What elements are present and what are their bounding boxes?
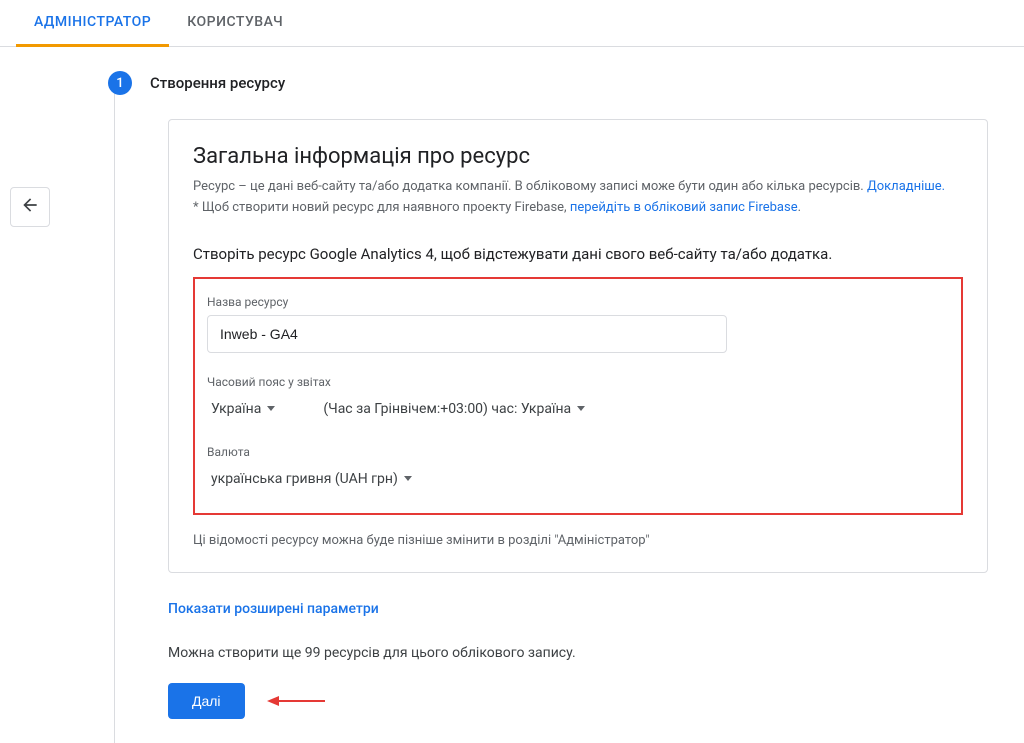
timezone-dropdown[interactable]: (Час за Грінвічем:+03:00) час: Україна <box>319 395 589 423</box>
property-card: Загальна інформація про ресурс Ресурс – … <box>168 119 988 573</box>
firebase-link[interactable]: перейдіть в обліковий запис Firebase <box>570 200 798 215</box>
card-description: Ресурс – це дані веб-сайту та/або додатк… <box>193 177 963 219</box>
property-name-input[interactable] <box>207 315 727 353</box>
tab-admin[interactable]: АДМІНІСТРАТОР <box>16 0 169 47</box>
annotation-arrow-icon <box>267 689 327 713</box>
tabs: АДМІНІСТРАТОР КОРИСТУВАЧ <box>0 0 1024 47</box>
step-header: 1 Створення ресурсу <box>108 71 1000 95</box>
property-name-label: Назва ресурсу <box>207 295 949 309</box>
currency-dropdown[interactable]: українська гривня (UAH грн) <box>207 465 949 493</box>
resource-limit-text: Можна створити ще 99 ресурсів для цього … <box>168 645 988 661</box>
chevron-down-icon <box>404 476 412 481</box>
learn-more-link[interactable]: Докладніше. <box>867 179 945 194</box>
section-lead: Створіть ресурс Google Analytics 4, щоб … <box>193 245 963 263</box>
next-button[interactable]: Далі <box>168 683 245 719</box>
currency-label: Валюта <box>207 445 949 459</box>
edit-later-hint: Ці відомості ресурсу можна буде пізніше … <box>193 533 963 548</box>
country-dropdown[interactable]: Україна <box>207 395 279 423</box>
step-badge: 1 <box>108 71 132 95</box>
chevron-down-icon <box>577 406 585 411</box>
arrow-left-icon <box>20 195 40 219</box>
timezone-label: Часовий пояс у звітах <box>207 375 949 389</box>
step-rail <box>114 83 115 743</box>
form-highlight: Назва ресурсу Часовий пояс у звітах Укра… <box>193 277 963 515</box>
card-heading: Загальна інформація про ресурс <box>193 144 963 169</box>
tab-user[interactable]: КОРИСТУВАЧ <box>169 0 301 46</box>
back-button[interactable] <box>10 187 50 227</box>
chevron-down-icon <box>267 406 275 411</box>
step-title: Створення ресурсу <box>150 74 285 92</box>
show-advanced-link[interactable]: Показати розширені параметри <box>168 601 379 617</box>
